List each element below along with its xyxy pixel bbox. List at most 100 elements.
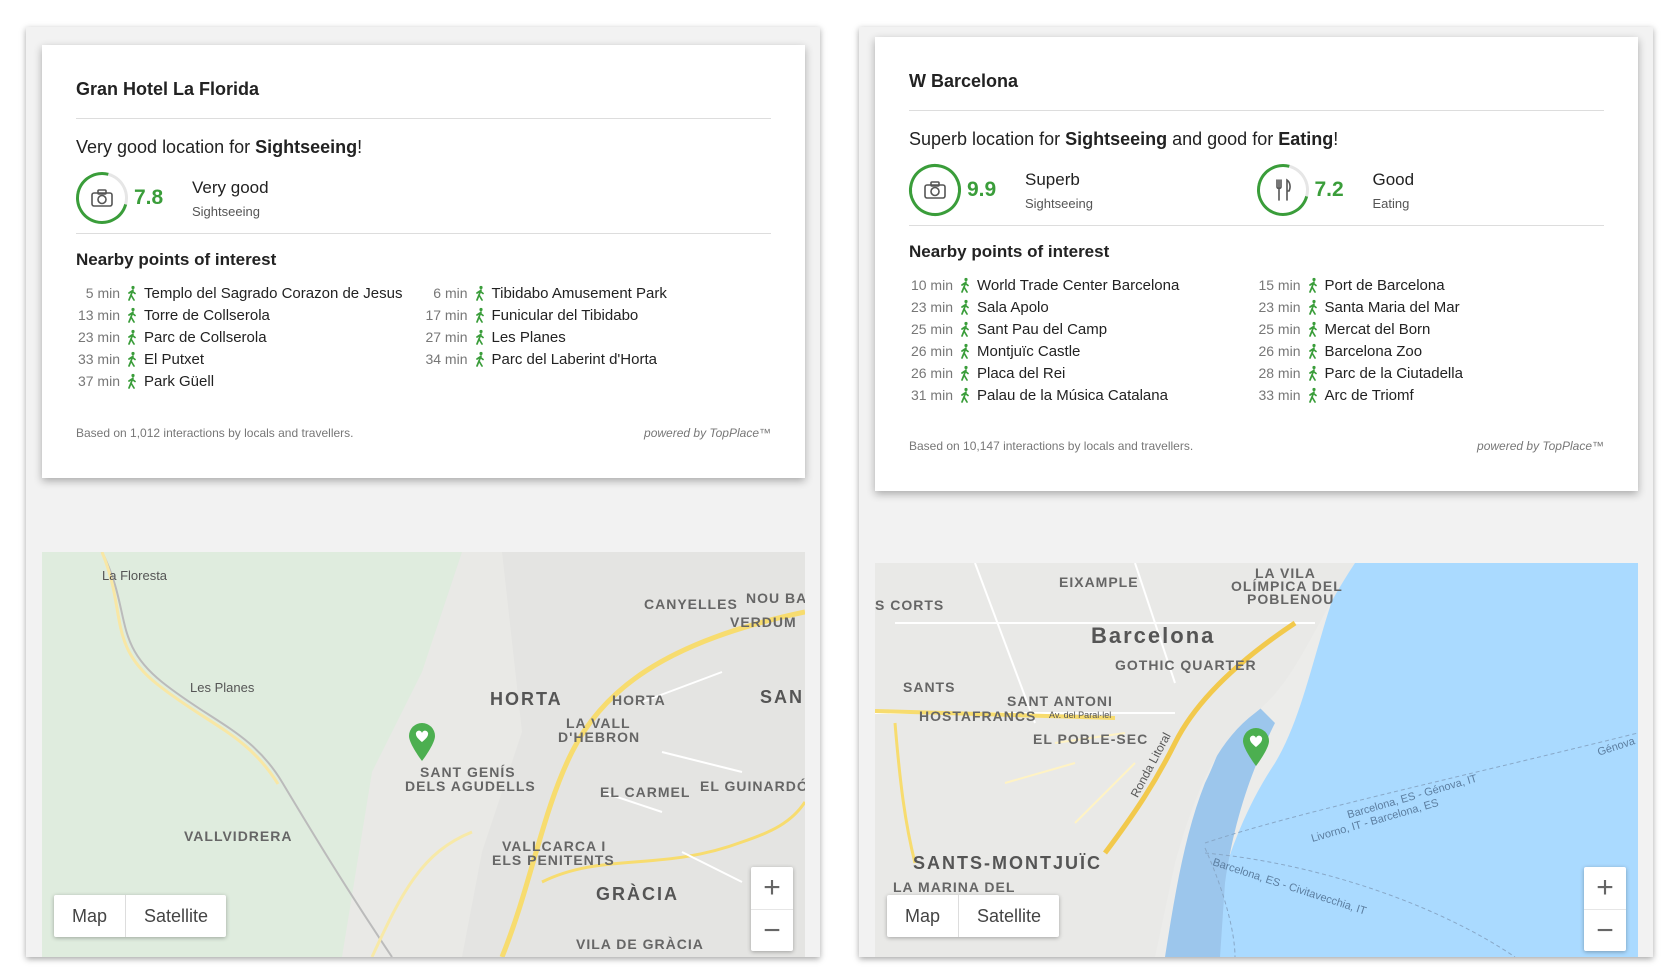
- walking-icon: [128, 307, 136, 323]
- poi-column: 5 min Templo del Sagrado Corazon de Jesus…: [76, 282, 424, 392]
- walking-icon: [475, 307, 484, 323]
- map-label: Av. del Paral·lel: [1049, 710, 1112, 720]
- list-item: 26 min Placa del Rei: [910, 364, 1066, 382]
- list-item: 27 min Les Planes: [425, 328, 566, 346]
- score-sightseeing: 7.8 Very good Sightseeing: [66, 162, 426, 234]
- walking-icon: [1308, 365, 1317, 381]
- score-row: 9.9 Superb Sightseeing 7.2 Good Eating: [899, 154, 1604, 226]
- interactions-note: Based on 1,012 interactions by locals an…: [76, 426, 354, 440]
- powered-by: powered by TopPlace™: [644, 426, 771, 440]
- map-label: EIXAMPLE: [1059, 574, 1139, 590]
- map-label: La Floresta: [102, 568, 168, 583]
- poi-column: 15 min Port de Barcelona 23 min Santa Mari…: [1257, 274, 1605, 406]
- map-label: Barcelona: [1091, 623, 1216, 648]
- map-view[interactable]: La Floresta Les Planes CANYELLES NOU BAR…: [42, 552, 805, 957]
- list-item: 5 min Templo del Sagrado Corazon de Jesus: [85, 284, 403, 302]
- map-label: HORTA: [490, 689, 563, 709]
- score-ring: [66, 162, 138, 234]
- list-item: 37 min Park Güell: [77, 372, 215, 390]
- walking-icon: [961, 365, 969, 381]
- walking-icon: [1308, 277, 1317, 293]
- score-word: Very good: [192, 177, 269, 197]
- fork-knife-icon: [1275, 178, 1291, 201]
- walking-icon: [961, 321, 969, 337]
- poi-column: 10 min World Trade Center Barcelona 23 mi…: [909, 274, 1257, 406]
- list-item: 28 min Parc de la Ciutadella: [1258, 364, 1463, 382]
- poi-list: 10 min World Trade Center Barcelona 23 mi…: [909, 274, 1604, 406]
- map-label: LA MARINA DEL: [893, 879, 1016, 895]
- map-label: NOU BAR: [746, 590, 805, 606]
- location-summary: Very good location for Sightseeing!: [76, 137, 363, 157]
- score-category: Sightseeing: [1025, 195, 1093, 211]
- map-label: HORTA: [612, 692, 666, 708]
- list-item: 13 min Torre de Collserola: [77, 306, 270, 324]
- walking-icon: [128, 351, 136, 367]
- zoom-out-button[interactable]: −: [1584, 909, 1626, 951]
- walking-icon: [475, 351, 484, 367]
- score-row: 7.8 Very good Sightseeing: [66, 162, 771, 234]
- card-footer: Based on 10,147 interactions by locals a…: [909, 439, 1604, 453]
- map-label: EL CARMEL: [600, 784, 691, 800]
- hotel-location-pin-icon[interactable]: [1241, 727, 1271, 767]
- score-category: Sightseeing: [192, 203, 260, 219]
- map-type-satellite-button[interactable]: Satellite: [125, 895, 226, 937]
- list-item: 25 min Mercat del Born: [1258, 320, 1431, 338]
- walking-icon: [961, 299, 969, 315]
- score-value: 7.2: [1314, 178, 1344, 201]
- map-label: VILA DE GRÀCIA: [576, 936, 704, 952]
- walking-icon: [128, 329, 136, 345]
- poi-title: Nearby points of interest: [76, 250, 277, 269]
- map-label: D'HEBRON: [558, 729, 641, 745]
- map-label: CANYELLES: [644, 596, 738, 612]
- list-item: 23 min Parc de Collserola: [77, 328, 267, 346]
- list-item: 33 min Arc de Triomf: [1258, 386, 1414, 404]
- zoom-out-button[interactable]: −: [751, 909, 793, 951]
- poi-list: 5 min Templo del Sagrado Corazon de Jesus…: [76, 282, 771, 392]
- walking-icon: [961, 277, 969, 293]
- list-item: 25 min Sant Pau del Camp: [910, 320, 1108, 338]
- map-label: GRÀCIA: [596, 884, 679, 904]
- hotel-panel-left: Gran Hotel La Florida Very good location…: [26, 27, 820, 957]
- map-type-satellite-button[interactable]: Satellite: [958, 895, 1059, 937]
- score-word: Good: [1372, 169, 1415, 189]
- map-type-map-button[interactable]: Map: [54, 895, 125, 937]
- walking-icon: [1308, 343, 1317, 359]
- map-type-map-button[interactable]: Map: [887, 895, 958, 937]
- map-label: POBLENOU: [1247, 591, 1335, 607]
- walking-icon: [475, 285, 484, 301]
- zoom-in-button[interactable]: +: [1584, 867, 1626, 909]
- score-ring: [899, 154, 971, 226]
- score-word: Superb: [1025, 169, 1080, 189]
- score-value: 9.9: [967, 178, 997, 201]
- map-label: SANTS-MONTJUÏC: [913, 853, 1102, 873]
- walking-icon: [475, 329, 484, 345]
- map-label: Les Planes: [190, 680, 255, 695]
- map-view[interactable]: EIXAMPLE LA VILA OLÍMPICA DEL POBLENOU S…: [875, 563, 1638, 957]
- location-score-card: W Barcelona Superb location for Sightsee…: [875, 37, 1638, 491]
- list-item: 23 min Santa Maria del Mar: [1258, 298, 1460, 316]
- map-label: EL GUINARDÓ: [700, 778, 805, 794]
- list-item: 33 min El Putxet: [77, 350, 205, 368]
- map-label: SANTS: [903, 679, 956, 695]
- card-footer: Based on 1,012 interactions by locals an…: [76, 426, 771, 440]
- zoom-in-button[interactable]: +: [751, 867, 793, 909]
- list-item: 17 min Funicular del Tibidabo: [425, 306, 639, 324]
- list-item: 34 min Parc del Laberint d'Horta: [425, 350, 657, 368]
- list-item: 10 min World Trade Center Barcelona: [910, 276, 1180, 294]
- list-item: 23 min Sala Apolo: [910, 298, 1049, 316]
- map-label: EL POBLE-SEC: [1033, 731, 1149, 747]
- hotel-location-pin-icon[interactable]: [407, 722, 437, 762]
- walking-icon: [128, 285, 136, 301]
- walking-icon: [961, 387, 969, 403]
- camera-icon: [924, 181, 946, 199]
- walking-icon: [961, 343, 969, 359]
- powered-by: powered by TopPlace™: [1477, 439, 1604, 453]
- map-type-control: Map Satellite: [54, 895, 227, 937]
- zoom-control: + −: [1584, 867, 1626, 951]
- location-score-card: Gran Hotel La Florida Very good location…: [42, 45, 805, 478]
- score-ring: [1246, 154, 1319, 226]
- score-sightseeing: 9.9 Superb Sightseeing: [899, 154, 1257, 226]
- map-label: HOSTAFRANCS: [919, 708, 1037, 724]
- walking-icon: [1308, 299, 1317, 315]
- list-item: 6 min Tibidabo Amusement Park: [433, 284, 667, 302]
